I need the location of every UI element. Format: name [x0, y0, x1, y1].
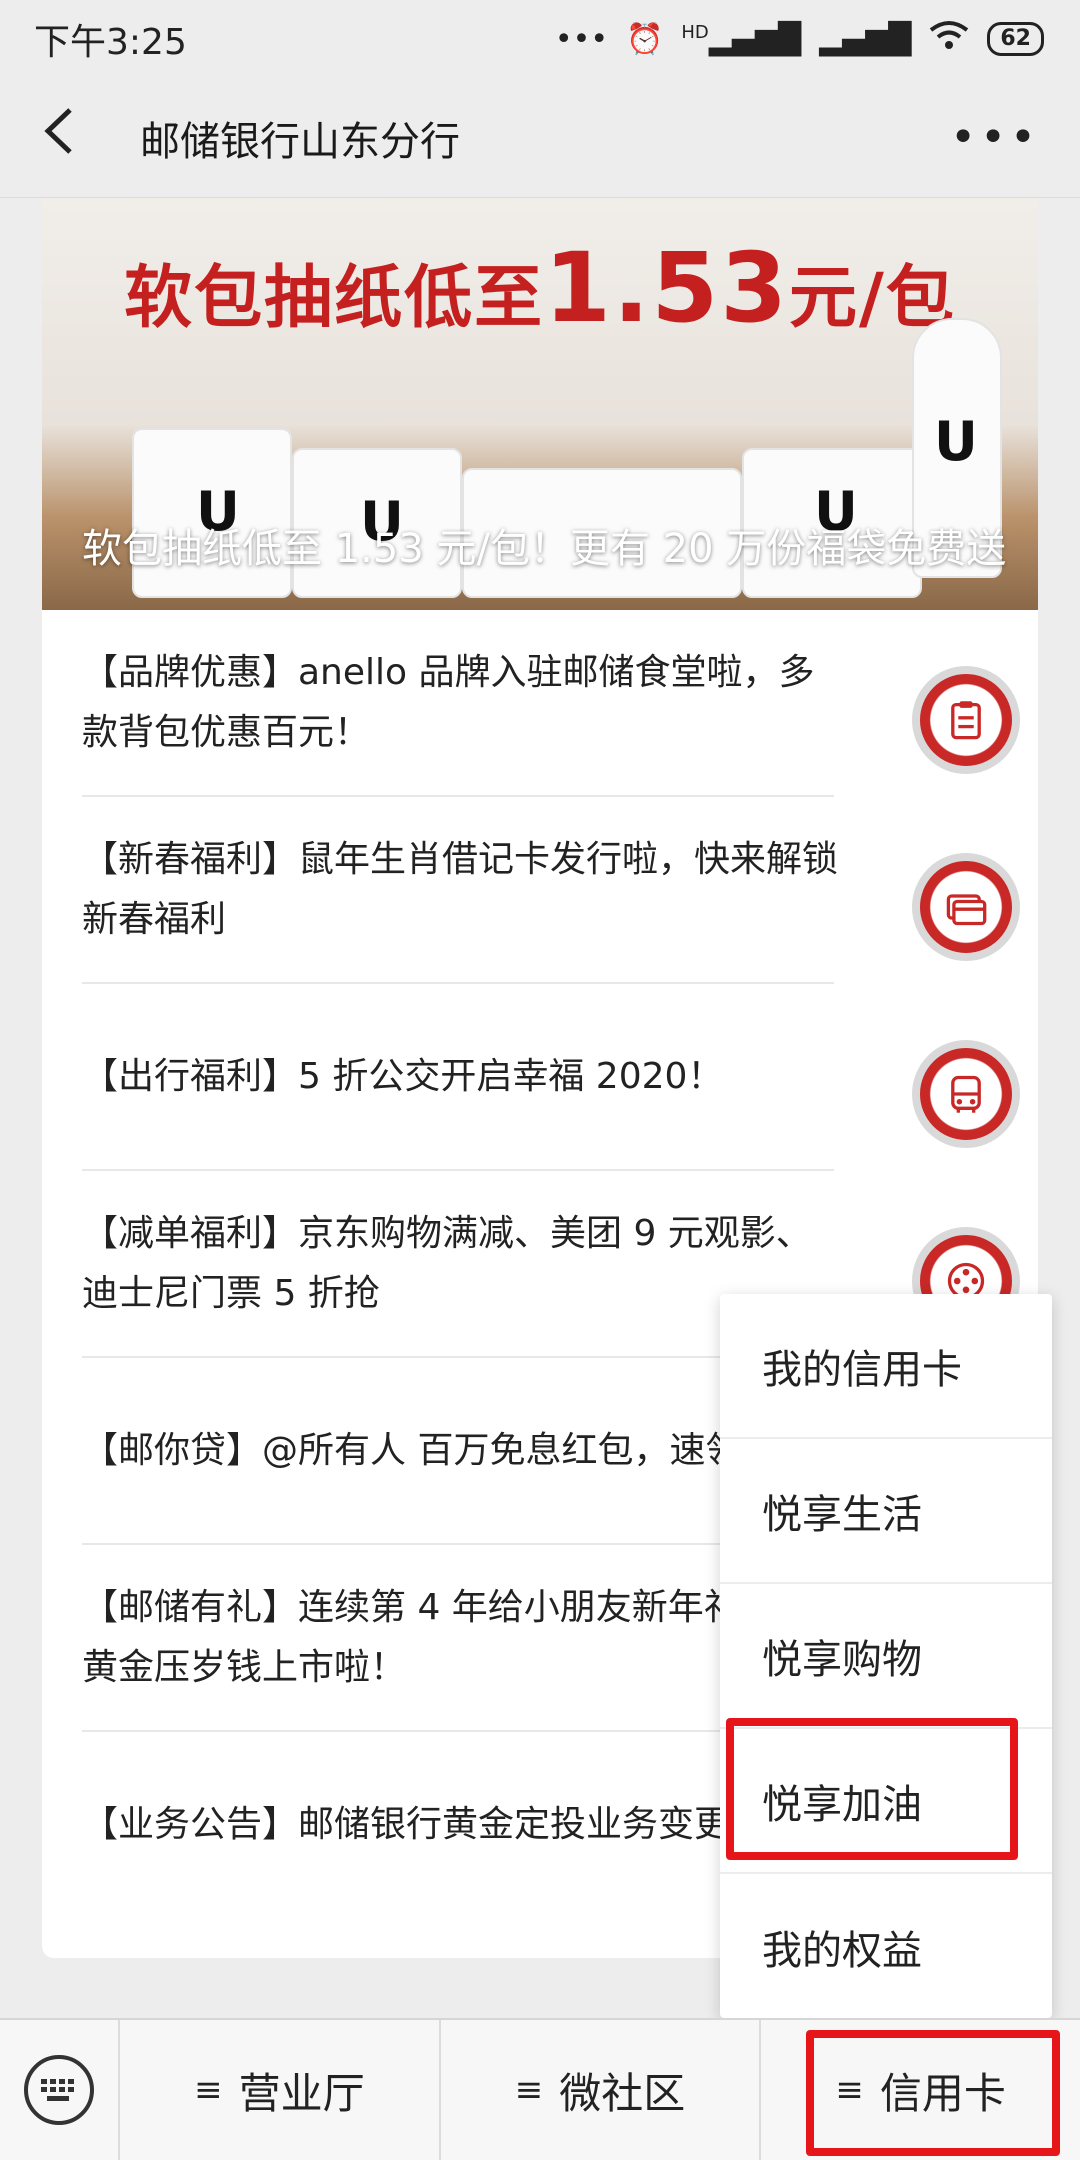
- signal-hd-icon: HD▂▄▆█: [681, 21, 802, 57]
- status-time: 下午3:25: [34, 22, 187, 63]
- keyboard-icon: [24, 2055, 94, 2125]
- status-bar: 下午3:25 ••• ⏰ HD▂▄▆█ ▂▄▆█ 62: [0, 0, 1080, 78]
- banner-headline: 软包抽纸低至1.53元/包: [124, 232, 956, 344]
- menu-button-credit-card[interactable]: ≡ 信用卡: [761, 2020, 1080, 2160]
- signal-icon: ▂▄▆█: [819, 21, 912, 57]
- article-title: 【出行福利】5 折公交开启幸福 2020！: [82, 1055, 724, 1097]
- submenu-item-my-rights[interactable]: 我的权益: [720, 1874, 1052, 2019]
- list-item[interactable]: 【品牌优惠】anello 品牌入驻邮储食堂啦，多款背包优惠百元！: [82, 610, 1020, 797]
- list-item[interactable]: 【新春福利】鼠年生肖借记卡发行啦，快来解锁新春福利: [82, 797, 1020, 984]
- submenu-item-my-credit-card[interactable]: 我的信用卡: [720, 1294, 1052, 1439]
- status-icons: ••• ⏰ HD▂▄▆█ ▂▄▆█ 62: [555, 20, 1044, 58]
- menu-hamburger-icon: ≡: [835, 2070, 864, 2110]
- submenu-item-enjoy-life[interactable]: 悦享生活: [720, 1439, 1052, 1584]
- bus-icon: [912, 1040, 1020, 1148]
- banner-caption: 软包抽纸低至 1.53 元/包！更有 20 万份福袋免费送: [82, 526, 1007, 572]
- menu-button-community[interactable]: ≡ 微社区: [441, 2020, 762, 2160]
- alarm-icon: ⏰: [626, 21, 664, 57]
- article-title: 【新春福利】鼠年生肖借记卡发行啦，快来解锁新春福利: [82, 838, 839, 940]
- menu-hamburger-icon: ≡: [194, 2070, 223, 2110]
- card-icon: [912, 853, 1020, 961]
- battery-icon: 62: [987, 22, 1044, 56]
- menu-button-label: 营业厅: [238, 2068, 365, 2118]
- submenu-item-enjoy-shopping[interactable]: 悦享购物: [720, 1584, 1052, 1729]
- more-options-icon[interactable]: •••: [950, 112, 1040, 163]
- back-arrow-icon[interactable]: [40, 106, 100, 169]
- credit-card-submenu: 我的信用卡 悦享生活 悦享购物 悦享加油 我的权益: [720, 1294, 1052, 2018]
- wifi-icon: [929, 20, 969, 58]
- article-title: 【品牌优惠】anello 品牌入驻邮储食堂啦，多款背包优惠百元！: [82, 651, 815, 753]
- menu-button-label: 微社区: [559, 2068, 686, 2118]
- banner[interactable]: 软包抽纸低至1.53元/包 U U U U 软包抽纸低至 1.53 元/包！更有…: [42, 198, 1038, 610]
- menu-hamburger-icon: ≡: [514, 2070, 544, 2110]
- page-title: 邮储银行山东分行: [140, 118, 460, 165]
- clipboard-icon: [912, 666, 1020, 774]
- more-dots-icon: •••: [554, 21, 609, 57]
- submenu-item-enjoy-refuel[interactable]: 悦享加油: [720, 1729, 1052, 1874]
- list-item[interactable]: 【出行福利】5 折公交开启幸福 2020！: [82, 984, 1020, 1171]
- nav-bar: 邮储银行山东分行 •••: [0, 78, 1080, 198]
- menu-button-label: 信用卡: [879, 2068, 1006, 2118]
- menu-button-business-hall[interactable]: ≡ 营业厅: [120, 2020, 441, 2160]
- bottom-menu-bar: ≡ 营业厅 ≡ 微社区 ≡ 信用卡: [0, 2018, 1080, 2160]
- keyboard-toggle-button[interactable]: [0, 2020, 120, 2160]
